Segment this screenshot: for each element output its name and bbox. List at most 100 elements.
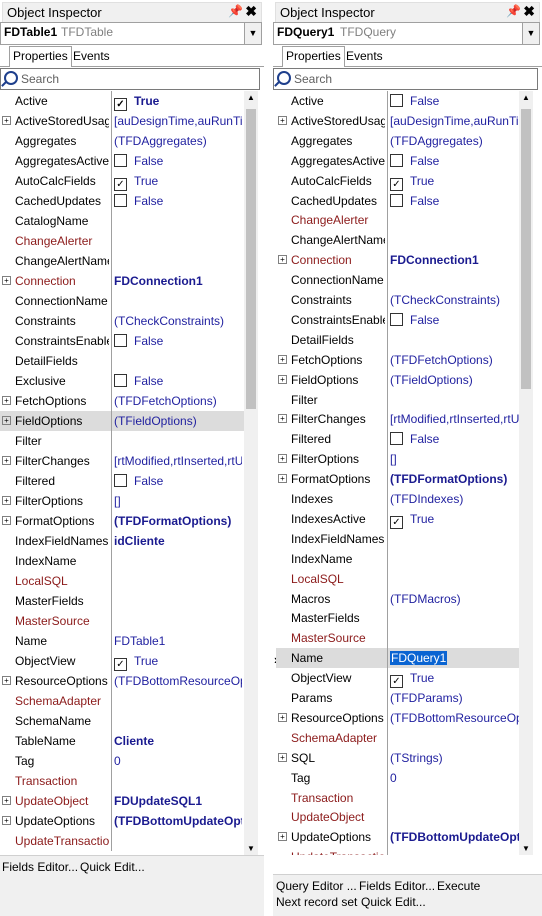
property-value[interactable]: ✓ True — [114, 94, 242, 111]
property-row[interactable]: SchemaAdapter — [0, 691, 250, 711]
property-row[interactable]: Params (TFDParams) — [276, 688, 532, 708]
checkbox-checked-icon[interactable]: ✓ — [390, 177, 403, 191]
scroll-up-icon[interactable]: ▲ — [519, 93, 533, 102]
property-value[interactable]: (TStrings) — [390, 751, 520, 765]
checkbox-unchecked-icon[interactable] — [390, 94, 403, 107]
property-value[interactable]: (TFDBottomResourceOptions) — [390, 711, 520, 725]
pin-icon[interactable]: 📌 — [228, 4, 243, 18]
property-row[interactable]: DetailFields — [276, 330, 532, 350]
property-row[interactable]: Filter — [276, 390, 532, 410]
fields-editor-link[interactable]: Fields Editor... — [359, 879, 435, 893]
property-row[interactable]: IndexesActive ✓ True — [276, 509, 532, 529]
scroll-up-icon[interactable]: ▲ — [244, 93, 258, 102]
property-value[interactable]: (TFDFormatOptions) — [390, 472, 520, 486]
property-row[interactable]: SchemaName — [0, 711, 250, 731]
checkbox-unchecked-icon[interactable] — [114, 194, 127, 207]
expand-icon[interactable]: + — [2, 416, 11, 425]
expand-icon[interactable]: + — [278, 255, 287, 265]
property-value[interactable]: ✓ True — [390, 174, 520, 191]
property-row[interactable]: Active ✓ True — [0, 91, 250, 111]
property-value[interactable]: False — [114, 374, 242, 388]
property-value[interactable]: (TFDBottomResourceOptions) — [114, 674, 242, 688]
scroll-down-icon[interactable]: ▼ — [519, 844, 533, 853]
property-value[interactable]: (TFDBottomUpdateOptions) — [114, 814, 242, 828]
property-row[interactable]: TableName Cliente — [0, 731, 250, 751]
property-row[interactable]: Transaction — [276, 788, 532, 808]
property-row[interactable]: Exclusive False — [0, 371, 250, 391]
property-row[interactable]: + FetchOptions (TFDFetchOptions) — [0, 391, 250, 411]
expand-icon[interactable]: + — [2, 816, 11, 825]
property-row[interactable]: ConnectionName — [276, 270, 532, 290]
property-row[interactable]: ConstraintsEnabled False — [276, 310, 532, 330]
property-value[interactable]: (TFDIndexes) — [390, 492, 520, 506]
property-value[interactable]: [rtModified,rtInserted,rtUnmodified] — [390, 412, 520, 426]
property-row[interactable]: + Connection FDConnection1 — [0, 271, 250, 291]
expand-icon[interactable]: + — [278, 752, 287, 762]
tab-events[interactable]: Events — [343, 47, 386, 65]
tab-events[interactable]: Events — [70, 47, 113, 65]
query-editor-link[interactable]: Query Editor ... — [276, 879, 357, 893]
property-value[interactable]: [auDesignTime,auRunTime] — [114, 114, 242, 128]
checkbox-unchecked-icon[interactable] — [114, 154, 127, 167]
checkbox-checked-icon[interactable]: ✓ — [390, 675, 403, 689]
expand-icon[interactable]: + — [278, 414, 287, 424]
property-value[interactable]: False — [390, 312, 520, 327]
column-splitter[interactable] — [387, 91, 388, 855]
property-value[interactable]: [] — [114, 494, 242, 508]
property-row[interactable]: ObjectView ✓ True — [0, 651, 250, 671]
property-value[interactable]: (TFDFormatOptions) — [114, 514, 242, 528]
property-row[interactable]: LocalSQL — [276, 569, 532, 589]
expand-icon[interactable]: + — [2, 676, 11, 685]
checkbox-unchecked-icon[interactable] — [390, 193, 403, 207]
property-row[interactable]: CachedUpdates False — [276, 191, 532, 211]
property-value[interactable]: ✓ True — [390, 671, 520, 689]
expand-icon[interactable]: + — [2, 396, 11, 405]
property-row[interactable]: Transaction — [0, 771, 250, 791]
property-row[interactable]: IndexFieldNames idCliente — [0, 531, 250, 551]
pin-icon[interactable]: 📌 — [506, 4, 521, 18]
expand-icon[interactable]: + — [2, 796, 11, 805]
search-input[interactable]: Search — [273, 68, 538, 90]
property-row[interactable]: Aggregates (TFDAggregates) — [0, 131, 250, 151]
expand-icon[interactable]: + — [278, 832, 287, 842]
property-row[interactable]: MasterFields — [0, 591, 250, 611]
property-row[interactable]: Indexes (TFDIndexes) — [276, 489, 532, 509]
tab-properties[interactable]: Properties — [9, 46, 72, 67]
close-icon[interactable]: ✖ — [245, 3, 257, 20]
chevron-down-icon[interactable]: ▼ — [244, 23, 261, 44]
property-row[interactable]: LocalSQL — [0, 571, 250, 591]
property-value[interactable]: (TFDFetchOptions) — [390, 353, 520, 367]
expand-icon[interactable]: + — [2, 496, 11, 505]
property-row[interactable]: SchemaAdapter — [276, 728, 532, 748]
property-row[interactable]: + FilterOptions [] — [0, 491, 250, 511]
property-value[interactable]: ✓ True — [390, 512, 520, 529]
property-row[interactable]: Tag 0 — [276, 768, 532, 788]
property-row[interactable]: + FieldOptions (TFieldOptions) — [276, 370, 532, 390]
scroll-thumb[interactable] — [521, 109, 531, 389]
property-row[interactable]: + FetchOptions (TFDFetchOptions) — [276, 350, 532, 370]
expand-icon[interactable]: + — [2, 116, 11, 125]
property-value[interactable]: False — [390, 432, 520, 446]
property-value[interactable]: idCliente — [114, 534, 242, 548]
property-value[interactable]: [rtModified,rtInserted,rtUnmodified] — [114, 454, 242, 468]
property-value[interactable]: False — [114, 334, 242, 348]
property-row[interactable]: Constraints (TCheckConstraints) — [0, 311, 250, 331]
property-row[interactable]: + FilterChanges [rtModified,rtInserted,rtU… — [0, 451, 250, 471]
property-row[interactable]: Aggregates (TFDAggregates) — [276, 131, 532, 151]
expand-icon[interactable]: + — [278, 354, 287, 364]
expand-icon[interactable]: + — [278, 454, 287, 464]
quick-edit-link[interactable]: Quick Edit... — [361, 895, 426, 909]
property-value[interactable]: 0 — [390, 771, 520, 785]
property-row[interactable]: + ActiveStoredUsage [auDesignTime,auRunTim… — [276, 111, 532, 131]
object-selector[interactable]: FDQuery1 TFDQuery ▼ — [273, 22, 540, 45]
property-value[interactable]: (TFDMacros) — [390, 592, 520, 606]
scroll-down-icon[interactable]: ▼ — [244, 844, 258, 853]
property-row[interactable]: UpdateTransaction — [0, 831, 250, 851]
checkbox-unchecked-icon[interactable] — [390, 312, 403, 326]
property-row[interactable]: ConnectionName — [0, 291, 250, 311]
next-record-set-link[interactable]: Next record set — [276, 895, 357, 909]
property-row[interactable]: + UpdateObject FDUpdateSQL1 — [0, 791, 250, 811]
property-row[interactable]: Filtered False — [276, 429, 532, 449]
property-value[interactable]: False — [114, 194, 242, 208]
property-row[interactable]: + Connection FDConnection1 — [276, 250, 532, 270]
